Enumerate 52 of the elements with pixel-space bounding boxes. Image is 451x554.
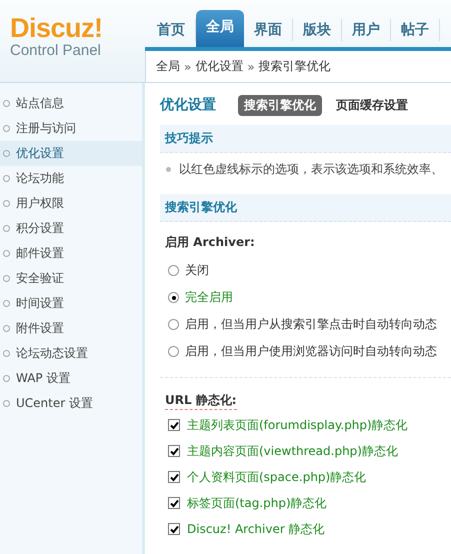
breadcrumb-link[interactable]: 全局 (156, 58, 180, 75)
checkbox[interactable] (168, 523, 180, 535)
option-label: 启用，但当用户使用浏览器访问时自动转向动态 (185, 343, 437, 360)
sidebar-item[interactable]: 论坛动态设置 (0, 341, 142, 366)
radio-button[interactable] (168, 292, 179, 303)
radio-button[interactable] (168, 265, 179, 276)
nav-tab[interactable]: 界面 (244, 19, 293, 41)
tip-text: 以红色虚线标示的选项，表示该选项和系统效率、 (179, 161, 443, 178)
nav-tab[interactable]: 全局 (196, 10, 244, 47)
sidebar-item[interactable]: 优化设置 (0, 141, 142, 166)
setting-label: 启用 Archiver: (164, 234, 256, 251)
sidebar-item[interactable]: 站点信息 (0, 91, 142, 116)
section-header: 搜索引擎优化 (160, 194, 451, 222)
sidebar-item[interactable]: 附件设置 (0, 316, 142, 341)
radio-button[interactable] (168, 346, 179, 357)
sidebar-item[interactable]: 论坛功能 (0, 166, 142, 191)
sidebar-item[interactable]: 积分设置 (0, 216, 142, 241)
option-label: 主题内容页面(viewthread.php)静态化 (187, 442, 398, 460)
checkbox[interactable] (168, 419, 180, 431)
option-label: 标签页面(tag.php)静态化 (187, 494, 327, 512)
sidebar-item[interactable]: WAP 设置 (0, 366, 142, 391)
logo-subtitle: Control Panel (10, 42, 101, 60)
checkbox[interactable] (168, 497, 180, 509)
setting-label: URL 静态化: (165, 392, 237, 410)
checkbox[interactable] (168, 471, 180, 483)
sidebar-item[interactable]: 邮件设置 (0, 241, 142, 266)
breadcrumb-separator: » (247, 60, 255, 74)
option-label: 完全启用 (185, 289, 233, 306)
nav-tab[interactable]: 用户 (342, 19, 391, 41)
sub-tab[interactable]: 搜索引擎优化 (238, 94, 322, 116)
nav-tab[interactable]: 帖子 (391, 19, 440, 41)
breadcrumb-link[interactable]: 搜索引擎优化 (258, 58, 331, 75)
logo-wordmark: Discuz! (10, 14, 103, 42)
option-label: 个人资料页面(space.php)静态化 (187, 468, 366, 486)
sub-tab[interactable]: 页面缓存设置 (330, 94, 414, 116)
sidebar-item[interactable]: 时间设置 (0, 291, 142, 316)
option-label: 主题列表页面(forumdisplay.php)静态化 (187, 416, 408, 434)
sidebar-item[interactable]: 安全验证 (0, 266, 142, 291)
checkbox[interactable] (168, 445, 180, 457)
option-label: Discuz! Archiver 静态化 (187, 520, 325, 538)
option-label: 关闭 (185, 262, 209, 279)
sidebar-item[interactable]: UCenter 设置 (0, 391, 142, 416)
page-title: 优化设置 (160, 96, 216, 114)
bullet-icon (166, 167, 171, 172)
breadcrumb-separator: » (184, 60, 192, 74)
breadcrumb-link[interactable]: 优化设置 (195, 58, 244, 75)
sidebar-item[interactable]: 注册与访问 (0, 116, 142, 141)
section-header: 技巧提示 (160, 125, 451, 153)
option-label: 启用，但当用户从搜索引擎点击时自动转向动态 (185, 316, 437, 333)
nav-tab[interactable]: 版块 (293, 19, 342, 41)
sidebar-item[interactable]: 用户权限 (0, 191, 142, 216)
radio-button[interactable] (168, 319, 179, 330)
